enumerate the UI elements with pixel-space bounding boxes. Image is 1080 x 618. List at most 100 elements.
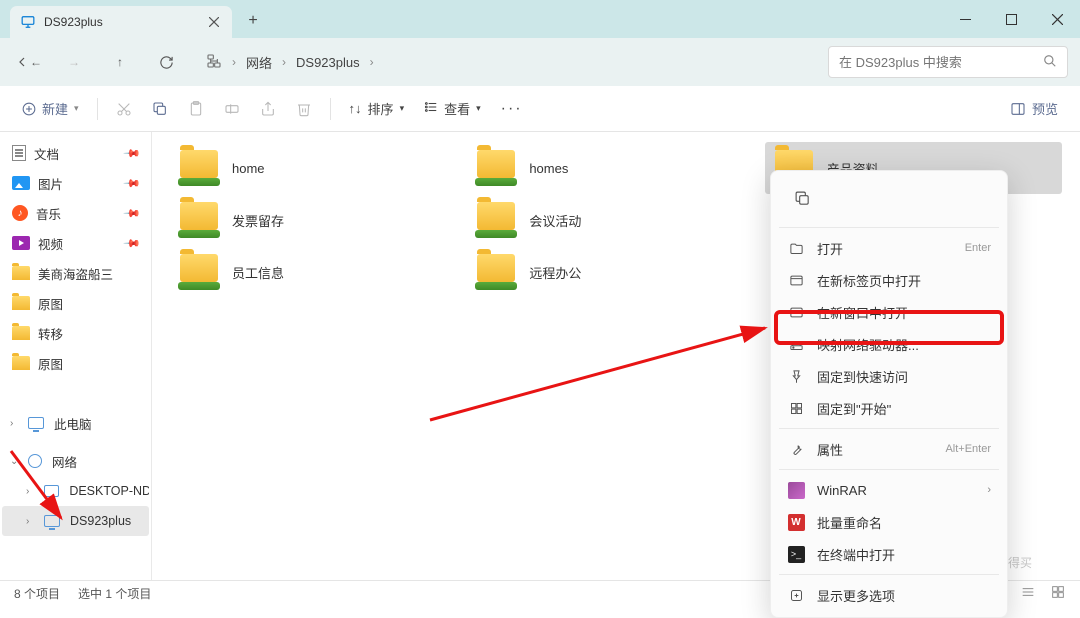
preview-button[interactable]: 预览 — [1002, 93, 1066, 125]
navbar: ← → ↑ › 网络 › DS923plus › — [0, 38, 1080, 86]
drive-icon — [787, 335, 805, 353]
share-button[interactable] — [252, 93, 284, 125]
chevron-right-icon: › — [370, 55, 374, 69]
sidebar-item-folder[interactable]: 原图 — [2, 288, 149, 318]
sidebar-item-music[interactable]: ♪音乐📌 — [2, 198, 149, 228]
breadcrumb: › 网络 › DS923plus › — [196, 53, 814, 72]
pin-icon: 📌 — [123, 204, 142, 223]
search-icon — [1043, 54, 1057, 71]
pin-icon: 📌 — [123, 234, 142, 253]
folder-item[interactable]: 发票留存 — [170, 194, 467, 246]
folder-item[interactable]: home — [170, 142, 467, 194]
delete-button[interactable] — [288, 93, 320, 125]
shared-folder-icon — [178, 254, 220, 290]
chevron-down-icon: ⌄ — [10, 456, 24, 467]
up-button[interactable]: ↑ — [104, 46, 136, 78]
sidebar: 文档📌 图片📌 ♪音乐📌 视频📌 美商海盗船三 原图 转移 原图 ›此电脑 ⌄网… — [0, 132, 152, 580]
close-button[interactable] — [1034, 0, 1080, 38]
menu-open-tab[interactable]: 在新标签页中打开 — [777, 264, 1001, 296]
shared-folder-icon — [178, 202, 220, 238]
folder-icon — [12, 356, 30, 370]
maximize-button[interactable] — [988, 0, 1034, 38]
folder-item[interactable]: homes — [467, 142, 764, 194]
sidebar-this-pc[interactable]: ›此电脑 — [2, 408, 149, 438]
chevron-right-icon: › — [987, 484, 991, 496]
sidebar-network-child[interactable]: ›DESKTOP-ND — [2, 476, 149, 506]
titlebar: DS923plus + — [0, 0, 1080, 38]
menu-batch-rename[interactable]: W批量重命名 — [777, 506, 1001, 538]
minimize-button[interactable] — [942, 0, 988, 38]
context-menu: 打开Enter 在新标签页中打开 在新窗口中打开 映射网络驱动器... 固定到快… — [770, 170, 1008, 618]
view-button[interactable]: 查看 ▾ — [416, 93, 489, 125]
pc-icon — [44, 485, 60, 497]
menu-pin-start[interactable]: 固定到"开始" — [777, 392, 1001, 424]
new-button[interactable]: 新建 ▾ — [14, 93, 87, 125]
new-label: 新建 — [42, 99, 68, 118]
menu-map-drive[interactable]: 映射网络驱动器... — [777, 328, 1001, 360]
folder-item[interactable]: 会议活动 — [467, 194, 764, 246]
grid-view-button[interactable] — [1050, 584, 1066, 603]
pin-icon: 📌 — [123, 144, 142, 163]
breadcrumb-item[interactable]: 网络 — [246, 53, 272, 72]
sort-icon: ↑↓ — [349, 101, 362, 116]
cut-button[interactable] — [108, 93, 140, 125]
breadcrumb-item[interactable]: DS923plus — [296, 55, 360, 70]
list-view-button[interactable] — [1020, 584, 1036, 603]
search-field[interactable] — [839, 55, 1037, 70]
folder-icon — [12, 296, 30, 310]
search-input[interactable] — [828, 46, 1068, 78]
chevron-right-icon: › — [232, 55, 236, 69]
sidebar-item-folder[interactable]: 美商海盗船三 — [2, 258, 149, 288]
pc-icon — [44, 515, 60, 527]
browser-tab[interactable]: DS923plus — [10, 6, 232, 38]
folder-item[interactable]: 员工信息 — [170, 246, 467, 298]
paste-button[interactable] — [180, 93, 212, 125]
sidebar-item-folder[interactable]: 转移 — [2, 318, 149, 348]
shared-folder-icon — [475, 254, 517, 290]
close-icon[interactable] — [206, 14, 222, 30]
tab-title: DS923plus — [44, 15, 198, 29]
back-button[interactable]: ← — [12, 46, 44, 78]
menu-winrar[interactable]: WinRAR› — [777, 474, 1001, 506]
status-selection: 选中 1 个项目 — [78, 585, 151, 602]
pin-start-icon — [787, 399, 805, 417]
view-icon — [424, 100, 438, 117]
chevron-right-icon: › — [282, 55, 286, 69]
sidebar-item-videos[interactable]: 视频📌 — [2, 228, 149, 258]
menu-terminal[interactable]: >_在终端中打开 — [777, 538, 1001, 570]
folder-icon — [12, 266, 30, 280]
network-icon — [206, 53, 222, 72]
sidebar-item-documents[interactable]: 文档📌 — [2, 138, 149, 168]
shared-folder-icon — [178, 150, 220, 186]
more-button[interactable]: ··· — [493, 93, 531, 125]
wrench-icon — [787, 440, 805, 458]
menu-properties[interactable]: 属性Alt+Enter — [777, 433, 1001, 465]
sort-button[interactable]: ↑↓ 排序 ▾ — [341, 93, 413, 125]
refresh-button[interactable] — [150, 46, 182, 78]
folder-icon — [12, 326, 30, 340]
menu-show-more[interactable]: 显示更多选项 — [777, 579, 1001, 611]
copy-icon-button[interactable] — [785, 181, 819, 215]
copy-button[interactable] — [144, 93, 176, 125]
sidebar-item-folder[interactable]: 原图 — [2, 348, 149, 378]
window-controls — [942, 0, 1080, 38]
menu-pin-quick[interactable]: 固定到快速访问 — [777, 360, 1001, 392]
pc-icon — [28, 417, 44, 429]
monitor-icon — [20, 14, 36, 30]
sidebar-item-pictures[interactable]: 图片📌 — [2, 168, 149, 198]
chevron-right-icon: › — [10, 418, 24, 429]
folder-item[interactable]: 远程办公 — [467, 246, 764, 298]
rename-button[interactable] — [216, 93, 248, 125]
sidebar-network-child-selected[interactable]: ›DS923plus — [2, 506, 149, 536]
sidebar-network[interactable]: ⌄网络 — [2, 446, 149, 476]
forward-button[interactable]: → — [58, 46, 90, 78]
preview-label: 预览 — [1032, 99, 1058, 118]
menu-open-window[interactable]: 在新窗口中打开 — [777, 296, 1001, 328]
view-label: 查看 — [444, 99, 470, 118]
tab-icon — [787, 271, 805, 289]
sort-label: 排序 — [368, 99, 394, 118]
pin-icon — [787, 367, 805, 385]
new-tab-button[interactable]: + — [238, 6, 268, 36]
winrar-icon — [787, 481, 805, 499]
menu-open[interactable]: 打开Enter — [777, 232, 1001, 264]
